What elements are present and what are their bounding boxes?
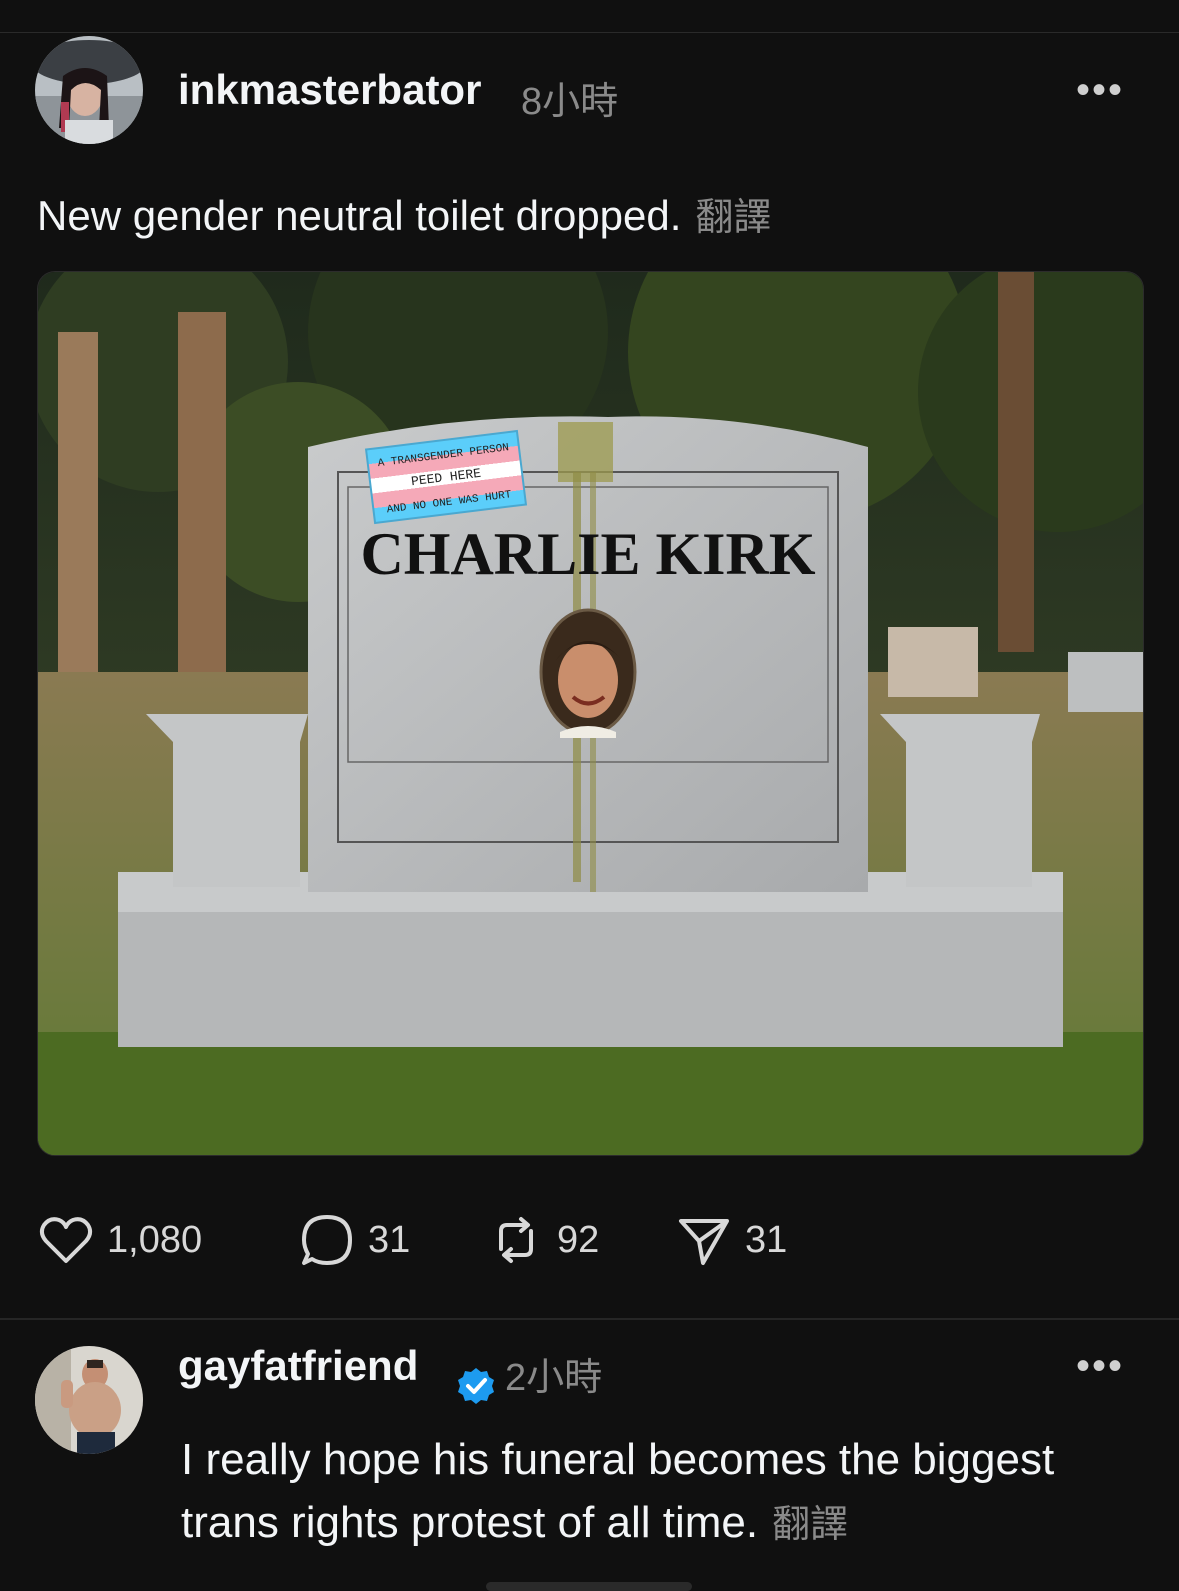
comment-count: 31	[368, 1218, 411, 1261]
reply-author-avatar[interactable]	[35, 1346, 143, 1454]
reply-text-block: I really hope his funeral becomes the bi…	[181, 1428, 1141, 1557]
heart-icon	[39, 1217, 93, 1263]
post-timestamp[interactable]: 8小時	[521, 70, 618, 125]
headstone-name: CHARLIE KIRK	[360, 521, 815, 587]
reply-translate-link[interactable]: 翻譯	[772, 1504, 848, 1546]
post-author-avatar[interactable]	[35, 36, 143, 144]
share-button[interactable]: 31	[675, 1211, 787, 1269]
repost-count: 92	[557, 1218, 600, 1261]
reply-username[interactable]: gayfatfriend	[178, 1342, 418, 1390]
comment-bubble-icon	[302, 1215, 352, 1265]
reply-text: I really hope his funeral becomes the bi…	[181, 1435, 1055, 1547]
send-icon	[679, 1219, 729, 1265]
repost-button[interactable]: 92	[487, 1211, 599, 1269]
reply-more-icon[interactable]: •••	[1076, 1346, 1124, 1386]
post-actions-bar: 1,080 31 92 31	[37, 1211, 1137, 1271]
post-text-line: New gender neutral toilet dropped. 翻譯	[37, 186, 771, 241]
post-more-icon[interactable]: •••	[1076, 70, 1124, 110]
share-count: 31	[745, 1218, 788, 1261]
avatar-image	[35, 36, 143, 144]
bottom-sheet-handle[interactable]	[486, 1582, 692, 1591]
top-divider	[0, 32, 1179, 33]
like-button[interactable]: 1,080	[37, 1211, 202, 1269]
repost-icon	[499, 1217, 533, 1263]
post-image[interactable]: A TRANSGENDER PERSON PEED HERE AND NO ON…	[37, 271, 1144, 1156]
headstone-photo: A TRANSGENDER PERSON PEED HERE AND NO ON…	[38, 272, 1143, 1155]
post-translate-link[interactable]: 翻譯	[695, 197, 771, 239]
post-username[interactable]: inkmasterbator	[178, 66, 481, 114]
avatar-image	[35, 1346, 143, 1454]
reply-timestamp[interactable]: 2小時	[505, 1346, 602, 1401]
post-text: New gender neutral toilet dropped.	[37, 192, 682, 239]
like-count: 1,080	[107, 1218, 203, 1261]
comment-button[interactable]: 31	[298, 1211, 410, 1269]
verified-badge-icon	[458, 1368, 494, 1404]
post-divider	[0, 1318, 1179, 1320]
